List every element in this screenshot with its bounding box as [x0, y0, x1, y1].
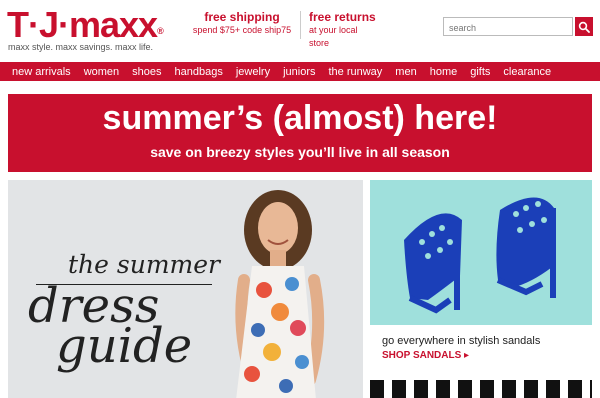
hero-line-1: the summer [68, 250, 220, 279]
nav-jewelry[interactable]: jewelry [236, 66, 270, 78]
banner-subhead: save on breezy styles you’ll live in all… [150, 144, 450, 160]
dress-guide-hero[interactable]: the summer dress guide [8, 180, 363, 398]
nav-men[interactable]: men [395, 66, 416, 78]
search-button[interactable] [575, 17, 593, 36]
summer-banner[interactable]: summer’s (almost) here! save on breezy s… [8, 94, 592, 172]
search-icon [578, 21, 590, 33]
nav-the-runway[interactable]: the runway [328, 66, 382, 78]
sandals-caption: go everywhere in stylish sandals [382, 335, 541, 347]
free-shipping-promo[interactable]: free shipping spend $75+ code ship75 [190, 11, 294, 37]
nav-gifts[interactable]: gifts [470, 66, 490, 78]
site-header: T·J·maxx® maxx style. maxx savings. maxx… [0, 0, 600, 62]
nav-new-arrivals[interactable]: new arrivals [12, 66, 71, 78]
free-returns-promo[interactable]: free returns at your local store [300, 10, 380, 48]
logo-text: T·J·maxx [7, 4, 158, 45]
hero-line-3: guide [56, 318, 193, 374]
nav-women[interactable]: women [84, 66, 119, 78]
nav-shoes[interactable]: shoes [132, 66, 161, 78]
model-photo [235, 190, 325, 398]
nav-juniors[interactable]: juniors [283, 66, 315, 78]
search-input[interactable] [444, 19, 572, 37]
sandals-caption-box: go everywhere in stylish sandals SHOP SA… [370, 325, 592, 368]
free-returns-sub: at your local store [309, 25, 358, 48]
main-nav: new arrivals women shoes handbags jewelr… [0, 62, 600, 81]
search-box[interactable] [443, 17, 573, 37]
free-returns-title: free returns [309, 10, 376, 24]
tjmaxx-logo[interactable]: T·J·maxx® [7, 7, 164, 43]
shop-sandals-link[interactable]: SHOP SANDALS ▸ [382, 350, 592, 361]
sandals-photo [404, 197, 556, 314]
nav-handbags[interactable]: handbags [175, 66, 223, 78]
banner-headline: summer’s (almost) here! [102, 99, 498, 137]
nav-clearance[interactable]: clearance [503, 66, 551, 78]
nav-home[interactable]: home [430, 66, 458, 78]
free-shipping-title: free shipping [204, 10, 280, 24]
free-shipping-sub: spend $75+ code ship75 [192, 25, 292, 35]
tagline: maxx style. maxx savings. maxx life. [8, 42, 154, 52]
striped-promo-tile[interactable] [370, 380, 592, 398]
sandals-promo-image[interactable] [370, 180, 592, 325]
